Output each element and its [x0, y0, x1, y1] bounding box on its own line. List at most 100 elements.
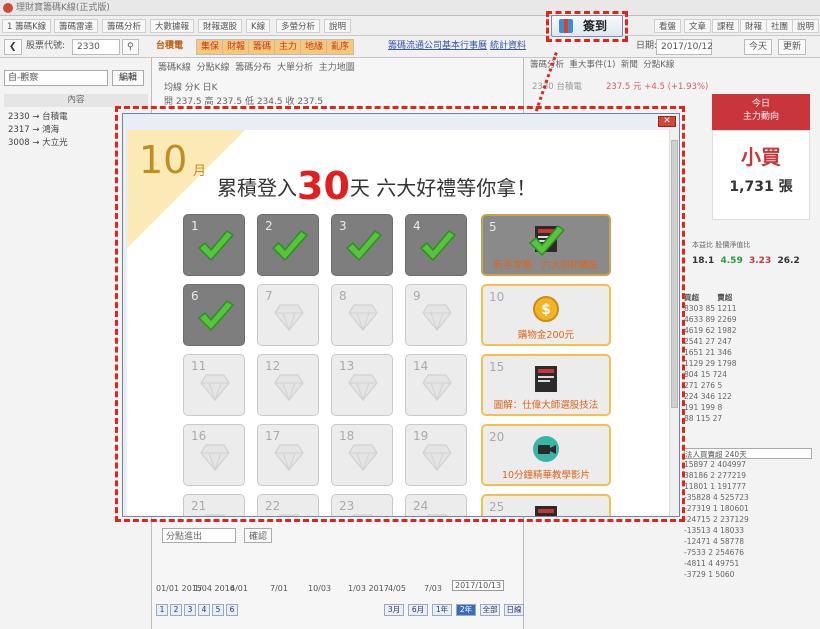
table-row[interactable]: 8303 85 1211: [684, 303, 812, 314]
page-tab-5[interactable]: 5: [212, 604, 224, 616]
dialog-scrollbar[interactable]: [669, 130, 679, 516]
tab-chip-analysis[interactable]: 籌碼分析: [530, 60, 564, 70]
page-tab-4[interactable]: 4: [198, 604, 210, 616]
calendar-day[interactable]: 12: [257, 354, 319, 416]
calendar-day[interactable]: 23: [331, 494, 393, 516]
period-2y-button[interactable]: 2年: [456, 604, 476, 616]
table-row[interactable]: 4633 89 2269: [684, 314, 812, 325]
table-row[interactable]: 224 346 122: [684, 391, 812, 402]
tab-big-order[interactable]: 大單分析: [277, 63, 313, 73]
menu-item-bigdata[interactable]: 大數據報: [150, 19, 195, 33]
tab-distribution[interactable]: 籌碼分布: [235, 63, 271, 73]
table-row[interactable]: 88 115 27: [684, 413, 812, 424]
table-row[interactable]: 38186 2 277219: [684, 470, 812, 481]
table-row[interactable]: 1129 29 1798: [684, 358, 812, 369]
page-tab-1[interactable]: 1: [156, 604, 168, 616]
tag-finance[interactable]: 財報: [222, 39, 251, 55]
refresh-button[interactable]: 更新: [778, 39, 807, 55]
subtab-day[interactable]: 日K: [203, 83, 218, 93]
table-row[interactable]: 191 199 8: [684, 402, 812, 413]
period-6m-button[interactable]: 6月: [408, 604, 428, 616]
menu-item-analysis[interactable]: 籌碼分析: [102, 19, 147, 33]
menu-item-course[interactable]: 課程: [712, 19, 740, 33]
calendar-day[interactable]: 4: [405, 214, 467, 276]
reward-day[interactable]: 25: [481, 494, 611, 516]
table-row[interactable]: 15897 2 404997: [684, 459, 812, 470]
page-tab-6[interactable]: 6: [226, 604, 238, 616]
period-all-button[interactable]: 全部: [480, 604, 500, 616]
menu-item-help[interactable]: 說明: [324, 19, 352, 33]
watchlist-item[interactable]: 2330 → 台積電: [8, 110, 68, 122]
tab-major-events[interactable]: 重大事件(1): [569, 60, 615, 70]
tab-branch-kline[interactable]: 分點K線: [643, 60, 674, 70]
institution-select[interactable]: 法人買賣超 240天: [684, 448, 812, 459]
menu-item-report[interactable]: 財報: [740, 19, 768, 33]
reward-day[interactable]: 15 圖解：仕偉大師選股技法: [481, 354, 611, 416]
back-icon[interactable]: ❮: [4, 39, 22, 55]
date-input[interactable]: 2017/10/12: [656, 39, 713, 55]
menu-item-watch[interactable]: 看盤: [654, 19, 682, 33]
calendar-day[interactable]: 22: [257, 494, 319, 516]
tab-news[interactable]: 新聞: [621, 60, 638, 70]
scrollbar-thumb[interactable]: [671, 140, 678, 408]
calendar-day[interactable]: 21: [183, 494, 245, 516]
table-row[interactable]: -13513 4 18033: [684, 525, 812, 536]
tab-main-map[interactable]: 主力地圖: [319, 63, 355, 73]
period-3m-button[interactable]: 3月: [384, 604, 404, 616]
reward-day[interactable]: 5 新手攻略：六大招抓飆股: [481, 214, 611, 276]
reward-day[interactable]: 20 10分鐘精華教學影片: [481, 424, 611, 486]
table-row[interactable]: 271 276 5: [684, 380, 812, 391]
calendar-day[interactable]: 6: [183, 284, 245, 346]
signin-button[interactable]: 簽到: [551, 15, 623, 37]
subtab-ma[interactable]: 均線: [164, 83, 182, 93]
calendar-day[interactable]: 2: [257, 214, 319, 276]
period-daily-button[interactable]: 日線: [504, 604, 524, 616]
menu-item-kline[interactable]: 1 籌碼K線: [2, 19, 52, 33]
table-row[interactable]: 2541 27 247: [684, 336, 812, 347]
calendar-day[interactable]: 11: [183, 354, 245, 416]
table-row[interactable]: 1651 21 346: [684, 347, 812, 358]
calendar-day[interactable]: 17: [257, 424, 319, 486]
tag-main[interactable]: 主力: [274, 39, 303, 55]
calendar-day[interactable]: 18: [331, 424, 393, 486]
table-row[interactable]: -24715 2 237129: [684, 514, 812, 525]
reward-day[interactable]: 10 $ 購物金200元: [481, 284, 611, 346]
subtab-minute[interactable]: 分K: [185, 83, 200, 93]
table-row[interactable]: -35828 4 525723: [684, 492, 812, 503]
edit-button[interactable]: 編輯: [112, 70, 144, 86]
menu-item-explain[interactable]: 說明: [792, 19, 820, 33]
menu-item-multi[interactable]: 多螢分析: [276, 19, 321, 33]
calendar-day[interactable]: 3: [331, 214, 393, 276]
calendar-day[interactable]: 24: [405, 494, 467, 516]
link-stats[interactable]: 統計資料: [486, 39, 530, 55]
today-button[interactable]: 今天: [744, 39, 773, 55]
tab-branch-k[interactable]: 分點K線: [197, 63, 230, 73]
close-icon[interactable]: ✕: [658, 116, 676, 127]
table-row[interactable]: 804 15 724: [684, 369, 812, 380]
table-row[interactable]: -4811 4 49751: [684, 558, 812, 569]
page-tab-2[interactable]: 2: [170, 604, 182, 616]
calendar-day[interactable]: 13: [331, 354, 393, 416]
menu-item-group[interactable]: 社團: [766, 19, 794, 33]
table-row[interactable]: -7533 2 254676: [684, 547, 812, 558]
watchlist-item[interactable]: 2317 → 鴻海: [8, 123, 59, 135]
menu-item-article[interactable]: 文章: [684, 19, 712, 33]
tab-kline[interactable]: 籌碼K線: [158, 63, 191, 73]
calendar-day[interactable]: 19: [405, 424, 467, 486]
tag-geo[interactable]: 地緣: [300, 39, 329, 55]
tag-custody[interactable]: 集保: [196, 39, 225, 55]
confirm-button[interactable]: 確認: [244, 528, 273, 543]
calendar-day[interactable]: 9: [405, 284, 467, 346]
calendar-day[interactable]: 7: [257, 284, 319, 346]
calendar-day[interactable]: 1: [183, 214, 245, 276]
page-tab-3[interactable]: 3: [184, 604, 196, 616]
stock-code-input[interactable]: 2330: [72, 39, 120, 55]
watchlist-select[interactable]: 自-觀察: [4, 70, 108, 86]
branch-select[interactable]: 分點進出: [162, 528, 236, 543]
table-row[interactable]: 4619 62 1982: [684, 325, 812, 336]
search-icon[interactable]: ⚲: [122, 39, 139, 55]
watchlist-item[interactable]: 3008 → 大立光: [8, 136, 68, 148]
calendar-day[interactable]: 8: [331, 284, 393, 346]
tag-chips[interactable]: 籌碼: [248, 39, 277, 55]
table-row[interactable]: 11801 1 191777: [684, 481, 812, 492]
